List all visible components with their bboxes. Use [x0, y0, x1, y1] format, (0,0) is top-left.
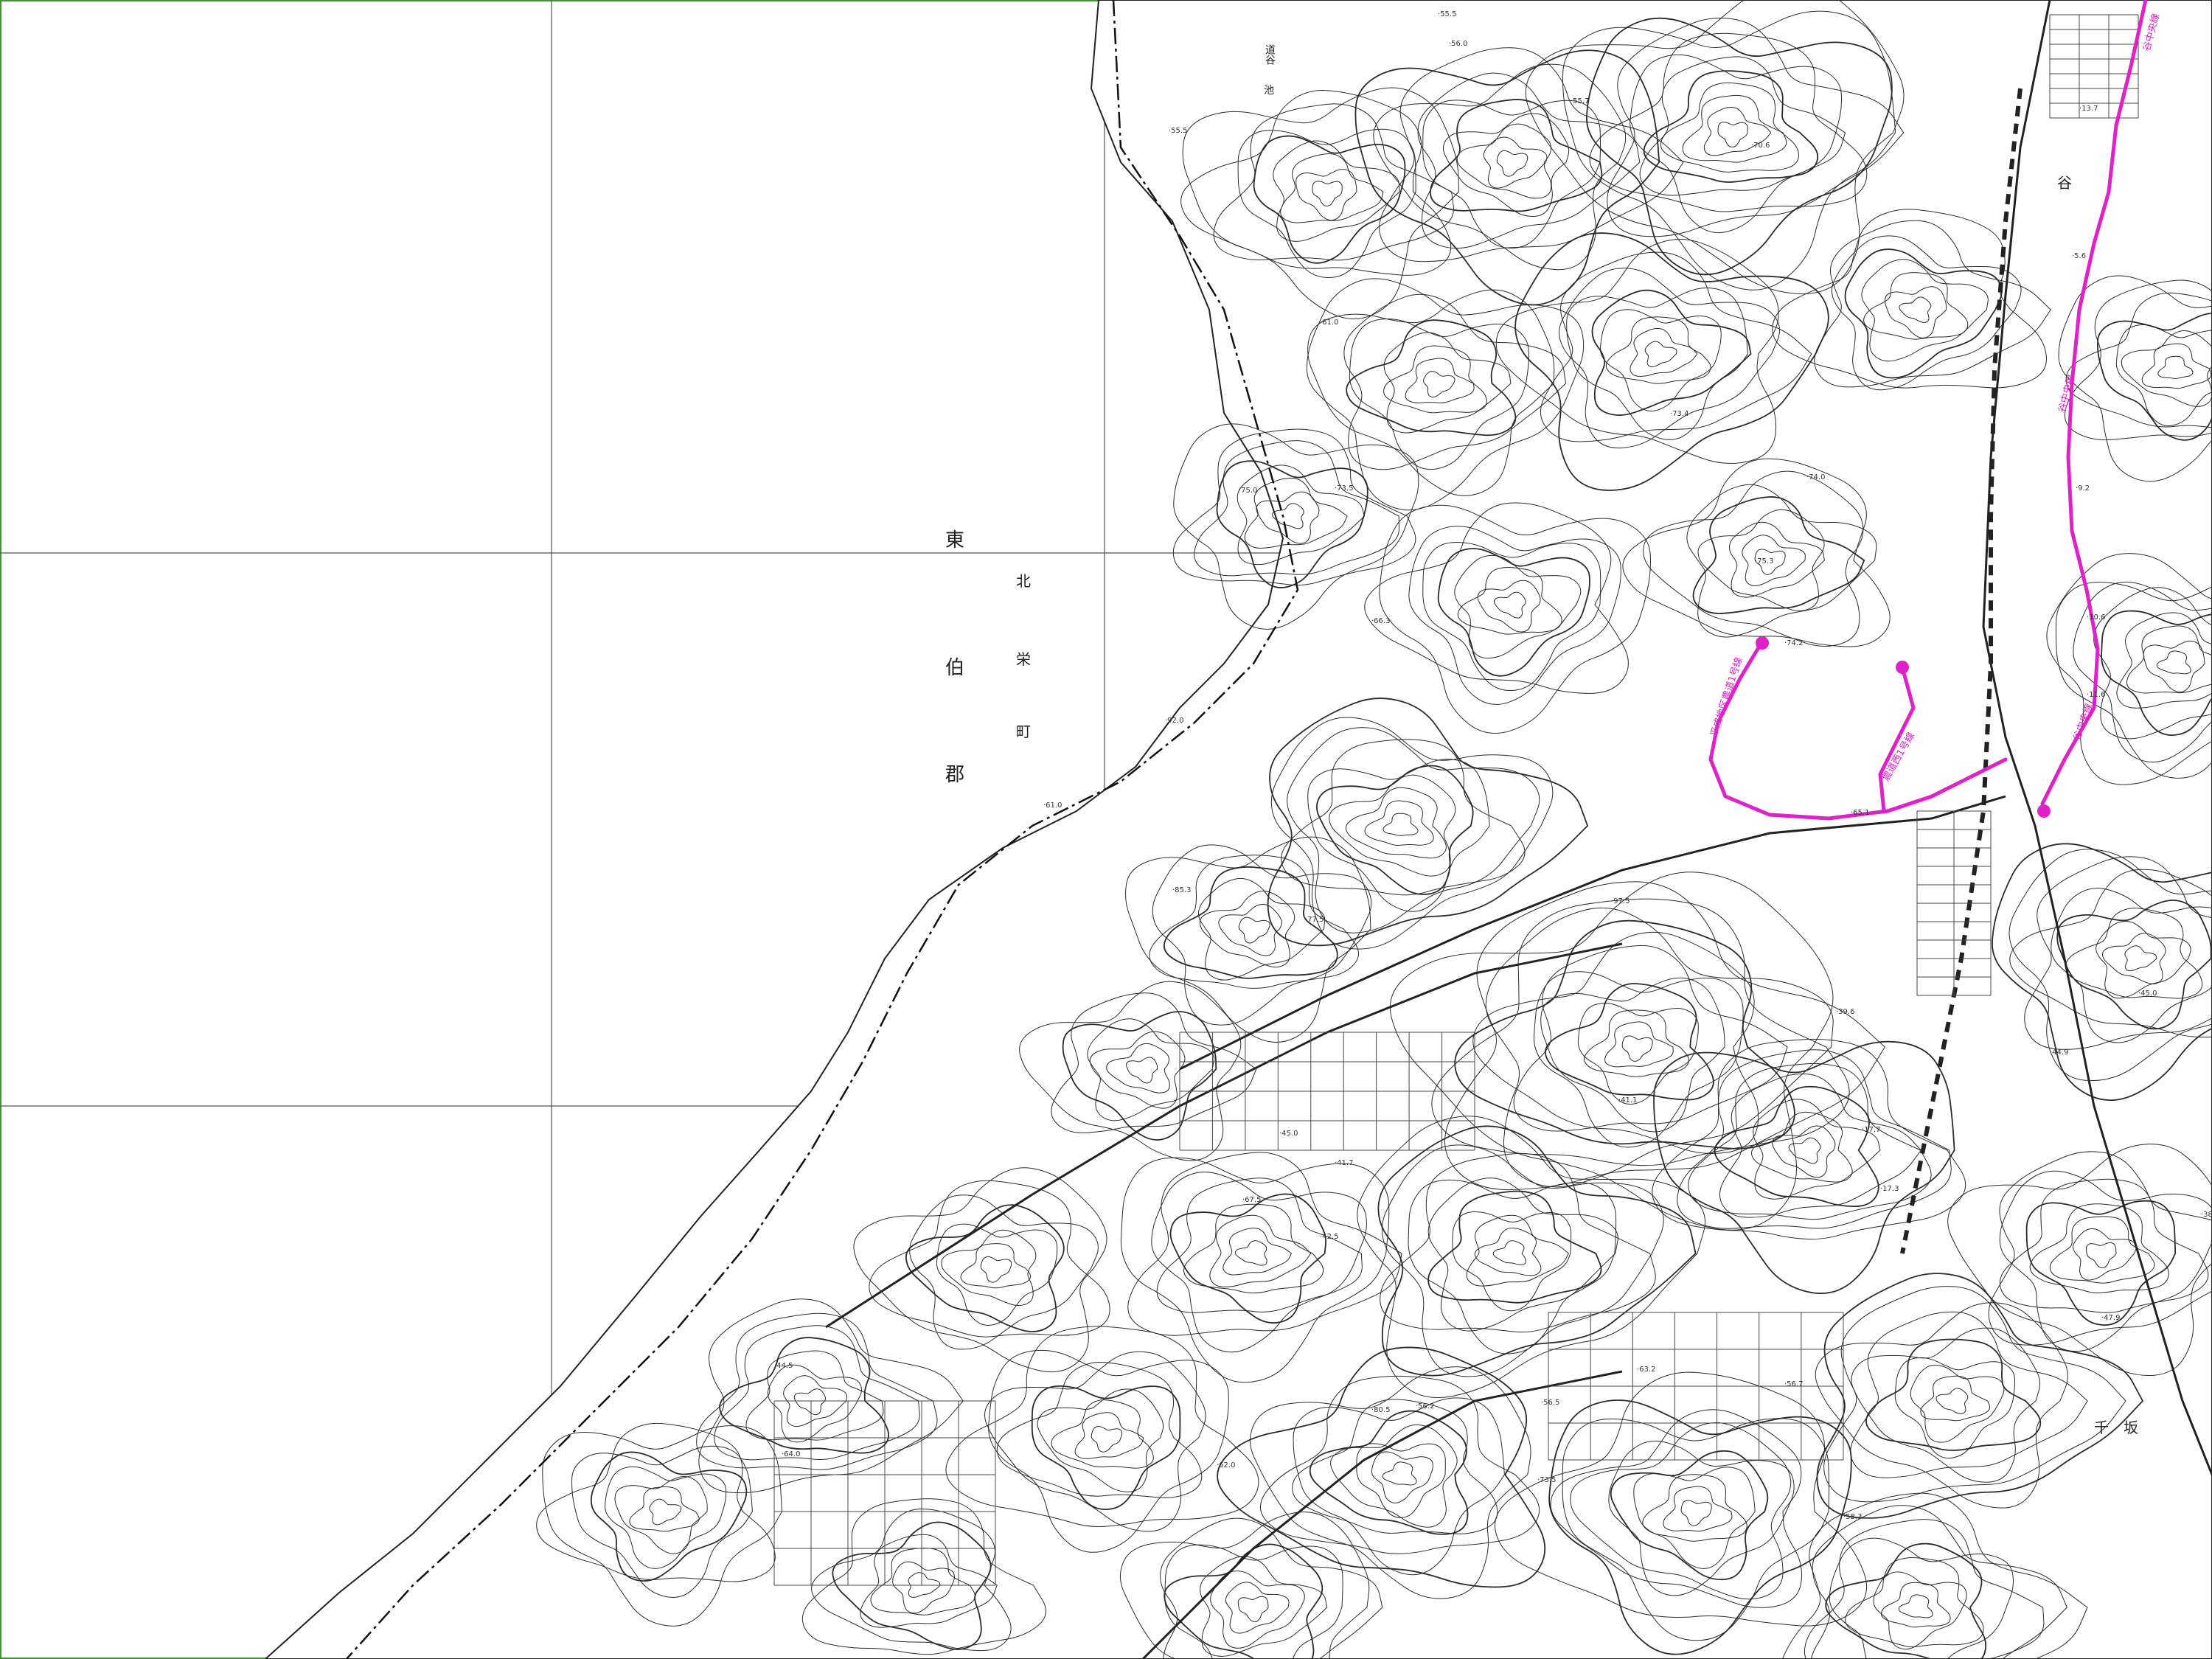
- place-label-gun: 郡: [945, 764, 965, 786]
- elevation-label: ·11.6: [2087, 691, 2105, 699]
- elevation-label: ·56.5: [1541, 1399, 1559, 1407]
- elevation-label: ·17.7: [1862, 1126, 1880, 1134]
- elevation-label: ·92.0: [1165, 717, 1183, 725]
- elevation-label: ·66.3: [1371, 617, 1390, 625]
- elevation-label: ·73.4: [1670, 410, 1688, 418]
- place-label-kita: 北: [1016, 572, 1031, 590]
- elevation-label: ·56.0: [1449, 40, 1467, 48]
- topographic-map[interactable]: 谷中央線 谷中央線 谷中央線 平成地区農道1号線 農道西1号線 ·55.5·56…: [0, 0, 2212, 1659]
- elevation-label: ·41.7: [1335, 1159, 1353, 1167]
- elevation-label: ·44.5: [774, 1362, 793, 1370]
- place-label-senzaka-1: 千: [2094, 1419, 2109, 1436]
- elevation-label: ·61.0: [1320, 319, 1338, 327]
- elevation-label: ·38.5: [2201, 1211, 2212, 1219]
- place-label-haku: 伯: [945, 657, 965, 679]
- elevation-label: ·75.0: [1239, 487, 1257, 495]
- elevation-label: ·74.0: [1806, 473, 1825, 481]
- elevation-label: ·42.5: [1320, 1233, 1338, 1241]
- elevation-label: ·73.5: [1335, 484, 1353, 493]
- elevation-label: ·55.5: [1438, 10, 1456, 18]
- elevation-label: ·63.2: [1637, 1366, 1655, 1374]
- elevation-label: ·39.6: [1836, 1008, 1854, 1016]
- elevation-label: ·97.5: [1611, 897, 1630, 905]
- elevation-label: ·67.5: [1242, 1196, 1261, 1204]
- place-label-pond-prefix: 道谷: [1264, 44, 1276, 65]
- place-label-higashi: 東: [945, 529, 965, 552]
- elevation-label: ·62.0: [1217, 1461, 1235, 1470]
- elevation-label: ·56.2: [1416, 1402, 1434, 1411]
- elevation-label: ·45.0: [1279, 1130, 1298, 1138]
- elevation-label: ·85.3: [1172, 886, 1191, 894]
- elevation-label: ·64.0: [782, 1450, 800, 1458]
- elevation-label: ·73.5: [1537, 1476, 1556, 1484]
- elevation-label: ·44.9: [2050, 1048, 2068, 1057]
- elevation-label: ·45.0: [2138, 990, 2157, 998]
- route-endpoint: [2037, 804, 2051, 818]
- elevation-label: ·65.1: [1851, 809, 1869, 817]
- place-label-tani: 谷: [2057, 174, 2072, 192]
- route-endpoint: [1756, 636, 1769, 650]
- elevation-label: ·74.2: [1784, 639, 1803, 647]
- elevation-label: ·58.3: [1843, 1513, 1862, 1521]
- elevation-label: ·75.3: [1755, 557, 1773, 566]
- place-label-senzaka-2: 坂: [2124, 1419, 2138, 1436]
- elevation-label: ·10.6: [2087, 613, 2105, 622]
- elevation-label: ·61.0: [1043, 801, 1062, 810]
- elevation-label: ·47.9: [2101, 1314, 2120, 1322]
- place-label-cho: 町: [1016, 723, 1031, 740]
- elevation-label: ·17.3: [1880, 1185, 1899, 1193]
- elevation-label: ·9.2: [2076, 484, 2090, 493]
- elevation-label: ·70.6: [1751, 142, 1770, 150]
- elevation-label: ·80.5: [1371, 1406, 1390, 1414]
- elevation-label: ·56.7: [1784, 1380, 1803, 1388]
- map-canvas: 谷中央線 谷中央線 谷中央線 平成地区農道1号線 農道西1号線 ·55.5·56…: [0, 0, 2212, 1659]
- elevation-label: ·13.7: [2079, 105, 2098, 113]
- elevation-label: ·55.7: [1571, 97, 1589, 105]
- elevation-label: ·5.6: [2072, 252, 2086, 260]
- elevation-label: ·41.1: [1618, 1096, 1637, 1105]
- place-label-pond: 池: [1264, 85, 1274, 97]
- place-label-ei: 栄: [1016, 650, 1031, 668]
- elevation-label: ·55.5: [1169, 127, 1187, 135]
- route-endpoint: [1896, 661, 1909, 674]
- elevation-label: ·77.5: [1305, 916, 1324, 924]
